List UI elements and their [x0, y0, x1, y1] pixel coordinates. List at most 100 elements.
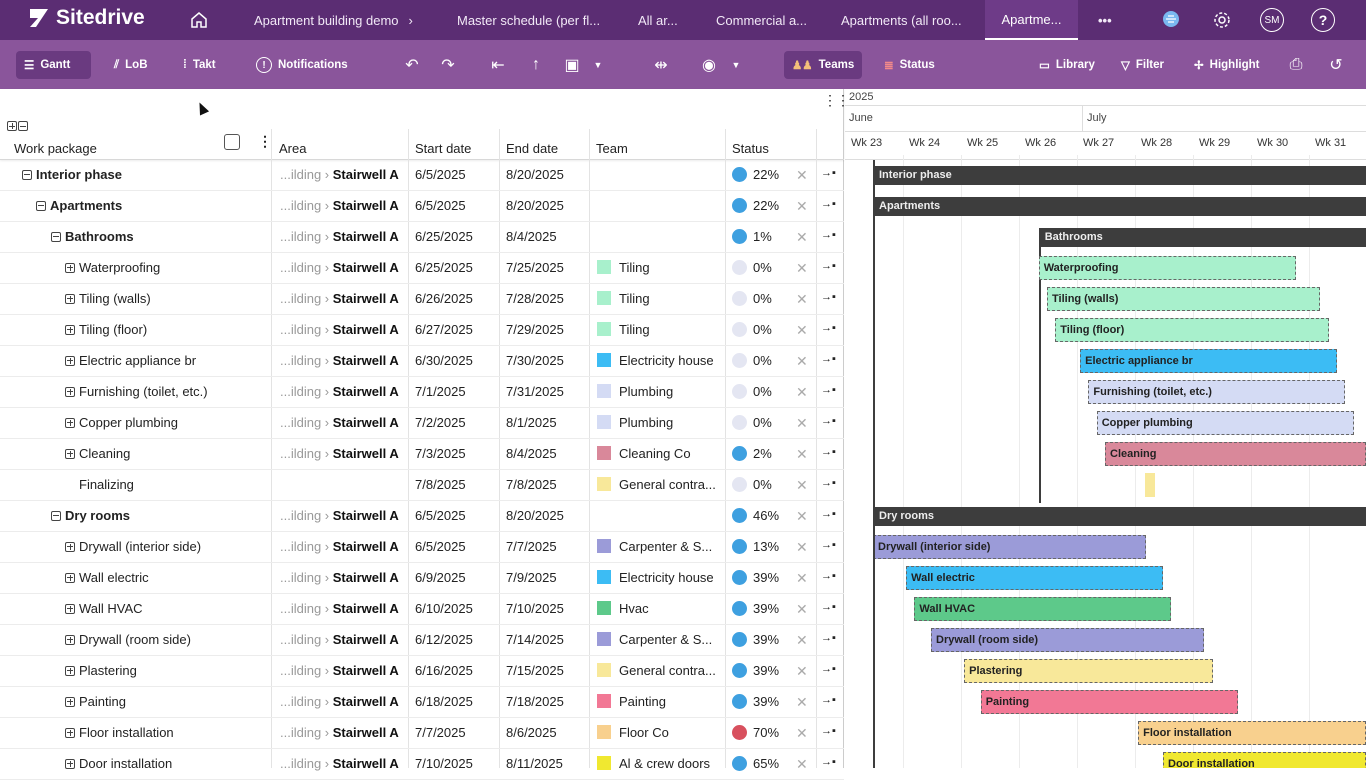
team-cell[interactable]: Al & crew doors [597, 756, 710, 771]
status-cell[interactable]: 39% [732, 632, 779, 647]
start-date[interactable]: 6/16/2025 [415, 663, 473, 678]
start-date[interactable]: 7/10/2025 [415, 756, 473, 771]
end-date[interactable]: 8/20/2025 [506, 508, 564, 523]
work-package-name[interactable]: Door installation [65, 756, 172, 771]
work-package-name[interactable]: Dry rooms [51, 508, 130, 523]
table-row[interactable]: Door installation ...ilding › Stairwell A… [0, 749, 844, 780]
area-cell[interactable]: ...ilding › Stairwell A [280, 291, 399, 306]
upload-icon[interactable]: ↑ [526, 55, 546, 75]
work-package-name[interactable]: Drywall (interior side) [65, 539, 201, 554]
start-date[interactable]: 6/12/2025 [415, 632, 473, 647]
gantt-task-bar[interactable]: Drywall (interior side) [873, 535, 1147, 559]
start-date[interactable]: 6/27/2025 [415, 322, 473, 337]
col-team[interactable]: Team [596, 141, 628, 156]
close-icon[interactable]: ✕ [796, 725, 808, 742]
start-date[interactable]: 6/25/2025 [415, 260, 473, 275]
close-icon[interactable]: ✕ [796, 756, 808, 773]
breadcrumb-project[interactable]: Apartment building demo › [254, 0, 413, 40]
end-date[interactable]: 8/11/2025 [506, 756, 563, 771]
eye-icon[interactable]: ◉ [699, 55, 719, 75]
expand-icon[interactable] [65, 262, 75, 273]
expand-all-icon[interactable] [7, 121, 17, 131]
team-cell[interactable]: Tiling [597, 291, 650, 306]
link-arrow-icon[interactable]: →▪ [821, 446, 836, 458]
tab-all-areas[interactable]: All ar... [638, 0, 678, 40]
expand-icon[interactable] [65, 758, 75, 769]
help-icon[interactable]: ? [1311, 8, 1335, 32]
status-button[interactable]: ≣ Status [876, 51, 943, 79]
table-row[interactable]: Waterproofing ...ilding › Stairwell A 6/25… [0, 253, 844, 284]
start-date[interactable]: 6/5/2025 [415, 167, 466, 182]
link-arrow-icon[interactable]: →▪ [821, 663, 836, 675]
end-date[interactable]: 8/1/2025 [506, 415, 557, 430]
status-cell[interactable]: 0% [732, 415, 772, 430]
sitedrive-logo[interactable]: Sitedrive [28, 6, 145, 30]
close-icon[interactable]: ✕ [796, 353, 808, 370]
table-row[interactable]: Wall electric ...ilding › Stairwell A 6/9/… [0, 563, 844, 594]
gantt-task-bar[interactable]: Door installation [1163, 752, 1366, 768]
notifications-button[interactable]: ! Notifications [248, 51, 356, 79]
redo-icon[interactable]: ↷ [438, 55, 458, 75]
gantt-task-bar[interactable]: Cleaning [1105, 442, 1366, 466]
status-cell[interactable]: 65% [732, 756, 779, 771]
expand-icon[interactable] [65, 572, 75, 583]
link-arrow-icon[interactable]: →▪ [821, 291, 836, 303]
expand-collapse-all[interactable] [7, 121, 28, 131]
table-row[interactable]: Bathrooms ...ilding › Stairwell A 6/25/202… [0, 222, 844, 253]
gantt-group-bar[interactable]: Bathrooms [1038, 228, 1366, 247]
status-cell[interactable]: 1% [732, 229, 772, 244]
link-arrow-icon[interactable]: →▪ [821, 229, 836, 241]
close-icon[interactable]: ✕ [796, 415, 808, 432]
end-date[interactable]: 7/8/2025 [506, 477, 557, 492]
end-date[interactable]: 7/30/2025 [506, 353, 564, 368]
team-cell[interactable]: General contra... [597, 477, 716, 492]
chevron-down-icon[interactable]: ▼ [588, 55, 608, 75]
status-cell[interactable]: 0% [732, 477, 772, 492]
start-date[interactable]: 7/2/2025 [415, 415, 466, 430]
gantt-task-bar[interactable]: Waterproofing [1038, 256, 1296, 280]
link-arrow-icon[interactable]: →▪ [821, 260, 836, 272]
link-arrow-icon[interactable]: →▪ [821, 601, 836, 613]
chevron-down-icon-2[interactable]: ▼ [726, 55, 746, 75]
gantt-group-bar[interactable]: Apartments [873, 197, 1366, 216]
avatar[interactable]: SM [1260, 8, 1284, 32]
gantt-group-bar[interactable]: Dry rooms [873, 507, 1366, 526]
close-icon[interactable]: ✕ [796, 229, 808, 246]
area-cell[interactable]: ...ilding › Stairwell A [280, 508, 399, 523]
area-cell[interactable]: ...ilding › Stairwell A [280, 384, 399, 399]
link-arrow-icon[interactable]: →▪ [821, 570, 836, 582]
end-date[interactable]: 7/9/2025 [506, 570, 557, 585]
expand-icon[interactable] [65, 727, 75, 738]
end-date[interactable]: 7/7/2025 [506, 539, 557, 554]
col-area[interactable]: Area [279, 141, 306, 156]
area-cell[interactable]: ...ilding › Stairwell A [280, 694, 399, 709]
start-date[interactable]: 6/18/2025 [415, 694, 473, 709]
area-cell[interactable]: ...ilding › Stairwell A [280, 632, 399, 647]
start-date[interactable]: 6/9/2025 [415, 570, 466, 585]
work-package-name[interactable]: Painting [65, 694, 126, 709]
more-tabs-button[interactable]: ••• [1098, 0, 1112, 40]
table-row[interactable]: Tiling (floor) ...ilding › Stairwell A 6/2… [0, 315, 844, 346]
table-row[interactable]: Interior phase ...ilding › Stairwell A 6/5… [0, 160, 844, 191]
team-cell[interactable]: Floor Co [597, 725, 669, 740]
table-row[interactable]: Dry rooms ...ilding › Stairwell A 6/5/2025… [0, 501, 844, 532]
end-date[interactable]: 7/31/2025 [506, 384, 564, 399]
table-row[interactable]: Painting ...ilding › Stairwell A 6/18/2025… [0, 687, 844, 718]
close-icon[interactable]: ✕ [796, 322, 808, 339]
takt-view-button[interactable]: ⁞ Takt [175, 51, 224, 79]
end-date[interactable]: 7/28/2025 [506, 291, 564, 306]
end-date[interactable]: 8/20/2025 [506, 198, 564, 213]
expand-icon[interactable] [65, 293, 75, 304]
status-cell[interactable]: 0% [732, 260, 772, 275]
close-icon[interactable]: ✕ [796, 663, 808, 680]
team-cell[interactable]: Electricity house [597, 570, 714, 585]
area-cell[interactable]: ...ilding › Stairwell A [280, 539, 399, 554]
collapse-icon[interactable] [51, 231, 61, 242]
end-date[interactable]: 7/25/2025 [506, 260, 564, 275]
start-date[interactable]: 6/30/2025 [415, 353, 473, 368]
col-work-package[interactable]: Work package [14, 141, 97, 156]
table-row[interactable]: Apartments ...ilding › Stairwell A 6/5/202… [0, 191, 844, 222]
lob-view-button[interactable]: ⫽ LoB [106, 51, 156, 79]
end-date[interactable]: 8/4/2025 [506, 229, 557, 244]
start-date[interactable]: 7/8/2025 [415, 477, 466, 492]
